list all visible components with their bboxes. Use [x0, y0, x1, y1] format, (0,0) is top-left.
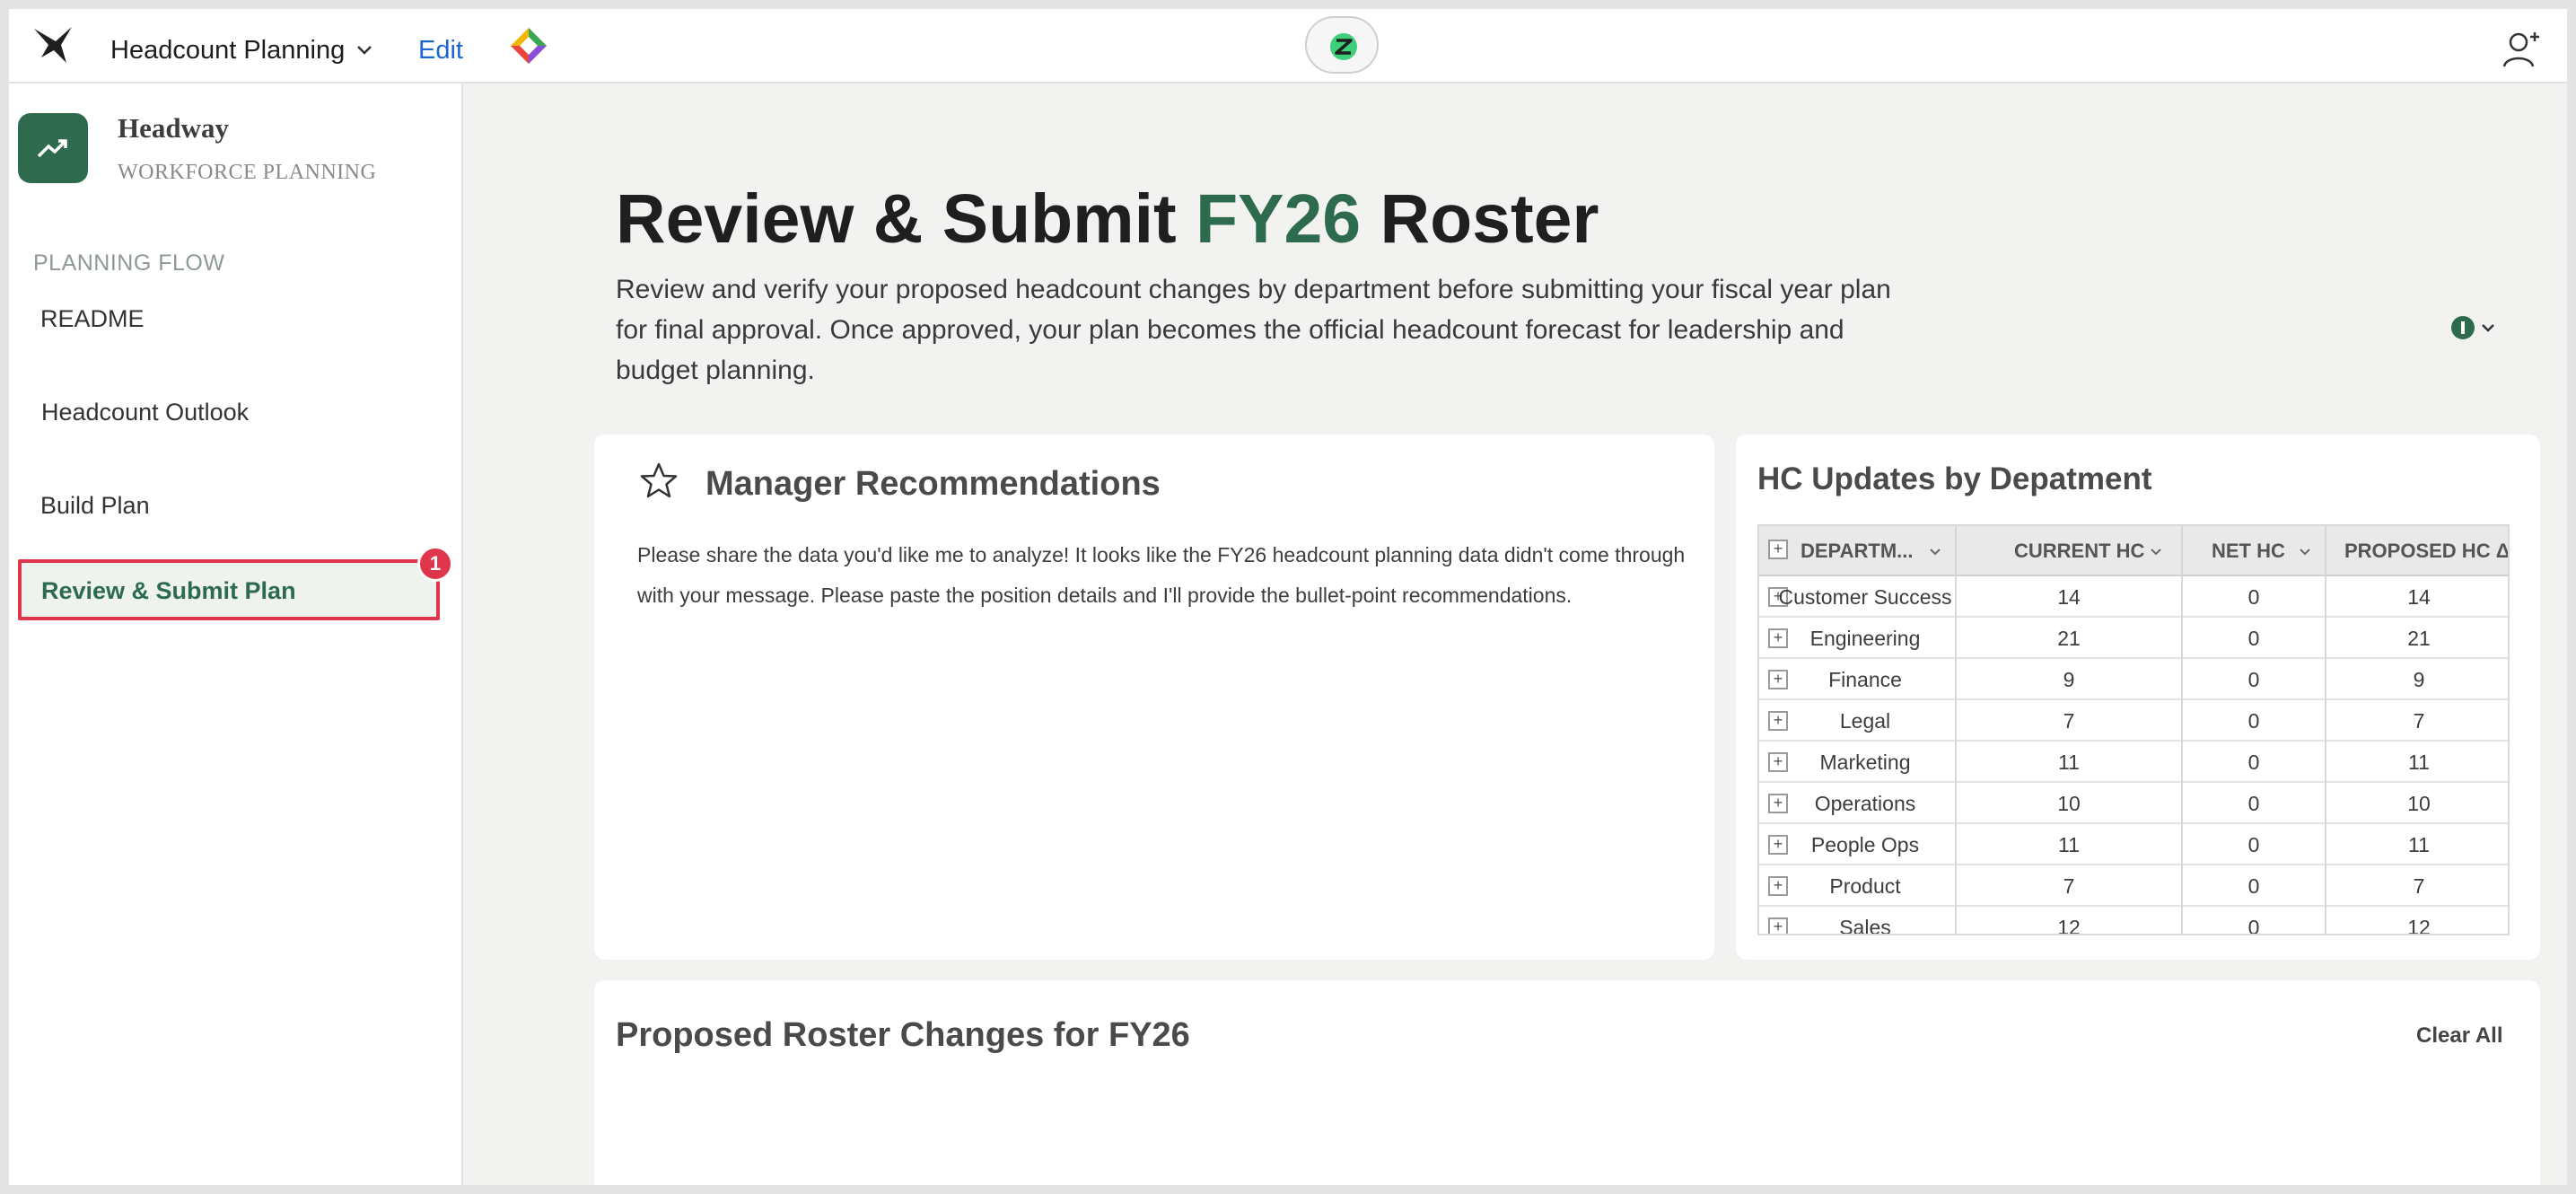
current-hc-cell: 9	[2063, 668, 2075, 691]
diamond-ai-icon[interactable]	[508, 25, 549, 66]
expand-all-icon[interactable]: +	[1768, 540, 1788, 559]
card-title: HC Updates by Depatment	[1757, 461, 2152, 496]
net-hc-cell: 0	[2247, 916, 2260, 935]
table-row[interactable]: + People Ops 11 0 11	[1759, 824, 2508, 865]
proposed-hc-cell: 21	[2407, 627, 2431, 650]
hc-table: + DEPARTM... CURRENT HC NET HC PROPOSED …	[1757, 524, 2510, 935]
top-bar: Headcount Planning Edit	[9, 9, 2567, 83]
current-hc-cell: 11	[2058, 751, 2080, 774]
table-row[interactable]: + Operations 10 0 10	[1759, 783, 2508, 824]
proposed-hc-cell: 11	[2408, 833, 2430, 856]
current-hc-cell: 10	[2057, 792, 2081, 815]
chevron-down-icon[interactable]	[1928, 544, 1942, 558]
column-header-department[interactable]: DEPARTM...	[1801, 526, 1913, 576]
sidebar-item-headcount-outlook[interactable]: Headcount Outlook	[41, 399, 249, 426]
current-hc-cell: 7	[2063, 874, 2075, 898]
current-hc-cell: 14	[2057, 585, 2081, 609]
table-header: + DEPARTM... CURRENT HC NET HC PROPOSED …	[1759, 526, 2508, 576]
proposed-hc-cell: 11	[2408, 751, 2430, 774]
sidebar-item-review-submit[interactable]: Review & Submit Plan	[18, 559, 440, 620]
net-hc-cell: 0	[2247, 874, 2260, 898]
proposed-hc-cell: 14	[2407, 585, 2431, 609]
table-row[interactable]: + Marketing 11 0 11	[1759, 742, 2508, 783]
net-hc-cell: 0	[2247, 668, 2260, 691]
sidebar-item-readme[interactable]: README	[40, 305, 145, 333]
table-row[interactable]: + Finance 9 0 9	[1759, 659, 2508, 700]
column-header-net-hc[interactable]: NET HC	[2212, 526, 2285, 576]
page-description: Review and verify your proposed headcoun…	[616, 275, 1891, 385]
sidebar: Headway WORKFORCE PLANNING PLANNING FLOW…	[9, 83, 463, 1185]
sidebar-item-build-plan[interactable]: Build Plan	[40, 492, 150, 520]
department-cell: Finance	[1828, 668, 1902, 691]
department-cell: Legal	[1839, 709, 1891, 733]
brand-subtitle: WORKFORCE PLANNING	[118, 161, 377, 184]
star-icon	[640, 462, 678, 498]
brand-name: Headway	[118, 112, 229, 144]
edit-button[interactable]: Edit	[418, 36, 463, 66]
department-cell: Product	[1829, 874, 1901, 898]
department-cell: Operations	[1814, 792, 1916, 815]
app-window: Headcount Planning Edit Headway WORKFORC…	[9, 9, 2567, 1185]
proposed-hc-cell: 10	[2407, 792, 2431, 815]
table-row[interactable]: + Product 7 0 7	[1759, 865, 2508, 907]
clear-all-button[interactable]: Clear All	[2416, 1023, 2502, 1049]
card-title: Proposed Roster Changes for FY26	[616, 1016, 1190, 1054]
card-title: Manager Recommendations	[705, 465, 1161, 503]
title-accent: FY26	[1196, 180, 1362, 258]
net-hc-cell: 0	[2247, 792, 2260, 815]
chevron-down-icon[interactable]	[2298, 544, 2312, 558]
section-label: PLANNING FLOW	[33, 250, 225, 276]
current-hc-cell: 11	[2058, 833, 2080, 856]
department-cell: People Ops	[1810, 833, 1920, 856]
user-add-icon[interactable]	[2501, 27, 2544, 70]
table-row[interactable]: + Engineering 21 0 21	[1759, 618, 2508, 659]
title-suffix: Roster	[1361, 180, 1599, 258]
title-prefix: Review & Submit	[616, 180, 1196, 258]
column-header-proposed-hc[interactable]: PROPOSED HC Δ	[2344, 526, 2508, 576]
column-header-current-hc[interactable]: CURRENT HC	[2014, 526, 2144, 576]
notification-badge: 1	[417, 546, 453, 582]
net-hc-cell: 0	[2247, 709, 2260, 733]
department-cell: Sales	[1839, 916, 1891, 935]
department-cell: Marketing	[1819, 751, 1911, 774]
sidebar-item-label: Review & Submit Plan	[41, 577, 296, 604]
chevron-down-icon[interactable]	[2149, 544, 2163, 558]
hawk-logo-icon[interactable]	[31, 22, 77, 68]
net-hc-cell: 0	[2247, 833, 2260, 856]
proposed-hc-cell: 7	[2413, 709, 2425, 733]
table-row[interactable]: + Legal 7 0 7	[1759, 700, 2508, 742]
current-hc-cell: 21	[2057, 627, 2081, 650]
workbook-title[interactable]: Headcount Planning	[110, 36, 345, 66]
info-toggle-icon[interactable]	[2449, 312, 2502, 343]
current-hc-cell: 7	[2063, 709, 2075, 733]
table-row[interactable]: + Customer Success 14 0 14	[1759, 576, 2508, 618]
trend-up-icon	[37, 139, 67, 158]
current-hc-cell: 12	[2057, 916, 2081, 935]
sync-icon	[1330, 33, 1357, 60]
net-hc-cell: 0	[2247, 627, 2260, 650]
page-title: Review & Submit FY26 Roster	[616, 180, 1599, 259]
brand-logo	[18, 113, 88, 183]
department-cell: Engineering	[1809, 627, 1921, 650]
recommendation-text: Please share the data you'd like me to a…	[637, 543, 1686, 607]
chevron-down-icon[interactable]	[354, 39, 375, 60]
proposed-hc-cell: 9	[2413, 668, 2425, 691]
department-cell: Customer Success	[1778, 585, 1952, 609]
proposed-hc-cell: 12	[2407, 916, 2431, 935]
net-hc-cell: 0	[2247, 751, 2260, 774]
sync-button[interactable]	[1305, 16, 1379, 74]
table-row[interactable]: + Sales 12 0 12	[1759, 907, 2508, 935]
net-hc-cell: 0	[2247, 585, 2260, 609]
manager-recommendations-card: Manager Recommendations Please share the…	[594, 435, 1714, 960]
hc-updates-card: HC Updates by Depatment + DEPARTM... CUR…	[1736, 435, 2540, 960]
proposed-roster-card: Proposed Roster Changes for FY26 Clear A…	[594, 980, 2540, 1185]
proposed-hc-cell: 7	[2413, 874, 2425, 898]
